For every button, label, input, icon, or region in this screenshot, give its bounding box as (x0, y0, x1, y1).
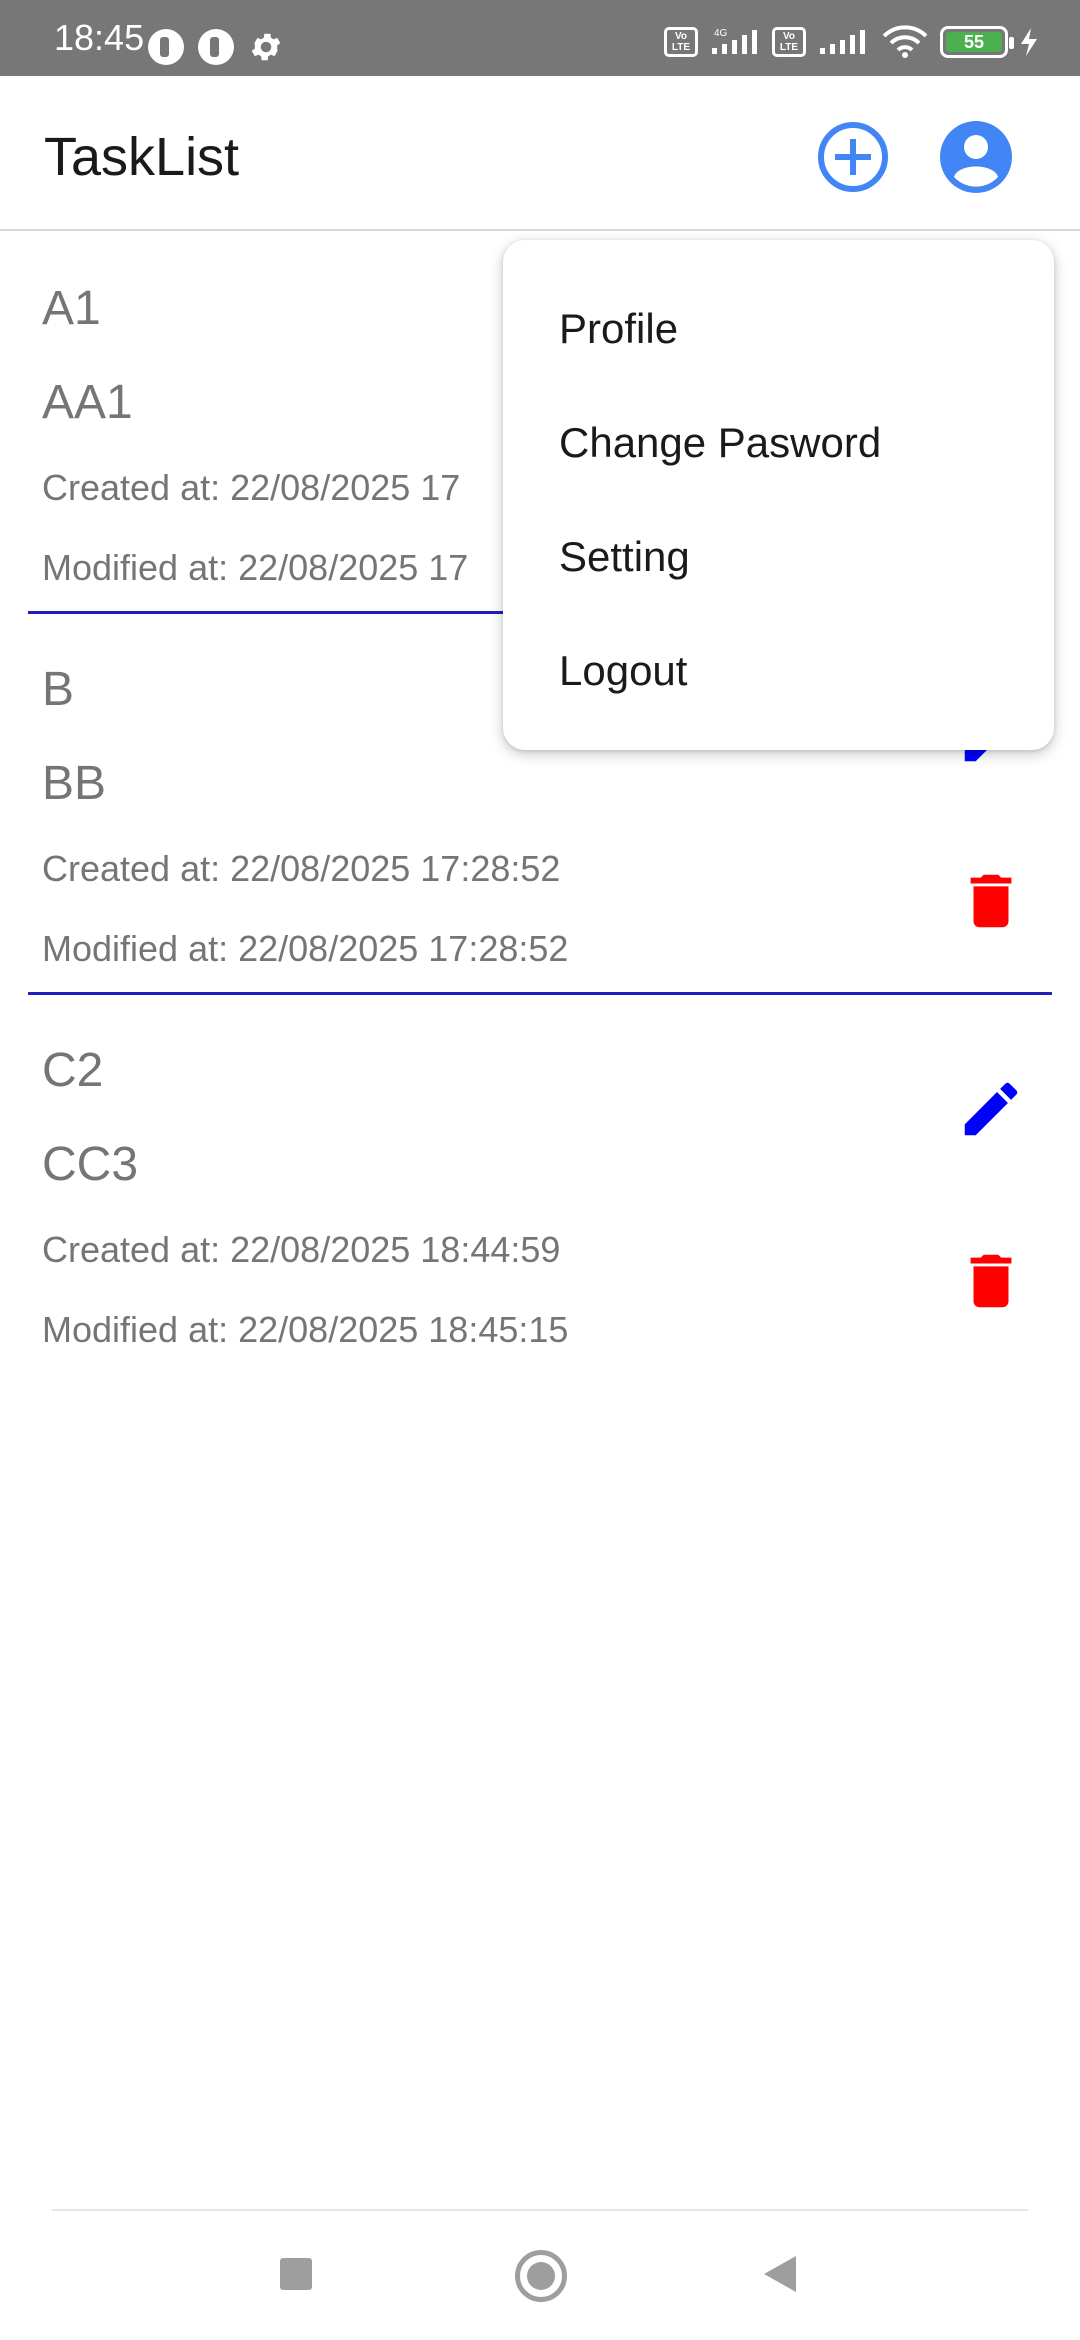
task-created-at: Created at: 22/08/2025 18:44:59 (42, 1229, 561, 1270)
status-left-icons (148, 29, 284, 65)
menu-item-logout[interactable]: Logout (503, 614, 1054, 728)
app-bar: TaskList (0, 76, 1080, 231)
task-modified-at: Modified at: 22/08/2025 18:45:15 (42, 1309, 569, 1350)
task-description: BB (42, 757, 107, 810)
svg-text:4G: 4G (714, 28, 728, 39)
recents-icon[interactable] (280, 2258, 312, 2290)
status-time: 18:45 (54, 17, 145, 58)
delete-icon[interactable] (956, 866, 1026, 936)
task-description: CC3 (42, 1138, 139, 1191)
menu-item-setting[interactable]: Setting (503, 500, 1054, 614)
task-title: B (42, 663, 75, 716)
battery-level: 55 (946, 32, 1002, 52)
list-item[interactable]: C2 CC3 Created at: 22/08/2025 18:44:59 M… (0, 995, 1080, 1376)
signal-icon (820, 30, 865, 54)
back-icon[interactable] (764, 2256, 796, 2292)
task-title: A1 (42, 282, 101, 335)
home-icon[interactable] (515, 2250, 567, 2302)
task-modified-at: Modified at: 22/08/2025 17:28:52 (42, 928, 569, 969)
app-title: TaskList (44, 127, 240, 187)
wifi-icon (882, 25, 928, 58)
add-circle-icon[interactable] (816, 120, 890, 194)
task-description: AA1 (42, 376, 133, 429)
status-bar: 18:45 Vo LTE 4G Vo LTE 55 (0, 0, 1080, 76)
task-created-at: Created at: 22/08/2025 17 (42, 467, 461, 508)
charging-icon (1021, 28, 1037, 56)
volte-icon: Vo LTE (772, 27, 806, 57)
overflow-menu: Profile Change Pasword Setting Logout (503, 240, 1054, 750)
task-modified-at: Modified at: 22/08/2025 17 (42, 547, 469, 588)
menu-item-profile[interactable]: Profile (503, 272, 1054, 386)
gear-icon (251, 33, 281, 61)
nav-divider (52, 2209, 1028, 2211)
menu-item-change-password[interactable]: Change Pasword (503, 386, 1054, 500)
battery-icon: 55 (940, 26, 1014, 58)
signal-4g-icon: 4G (712, 28, 757, 54)
edit-icon[interactable] (956, 1074, 1026, 1144)
delete-icon[interactable] (956, 1246, 1026, 1316)
status-right-icons: Vo LTE 4G Vo LTE 55 (664, 24, 1040, 60)
notification-icon (148, 29, 184, 65)
task-created-at: Created at: 22/08/2025 17:28:52 (42, 848, 561, 889)
account-circle-icon[interactable] (938, 119, 1014, 195)
notification-icon (198, 29, 234, 65)
task-title: C2 (42, 1044, 104, 1097)
volte-icon: Vo LTE (664, 27, 698, 57)
